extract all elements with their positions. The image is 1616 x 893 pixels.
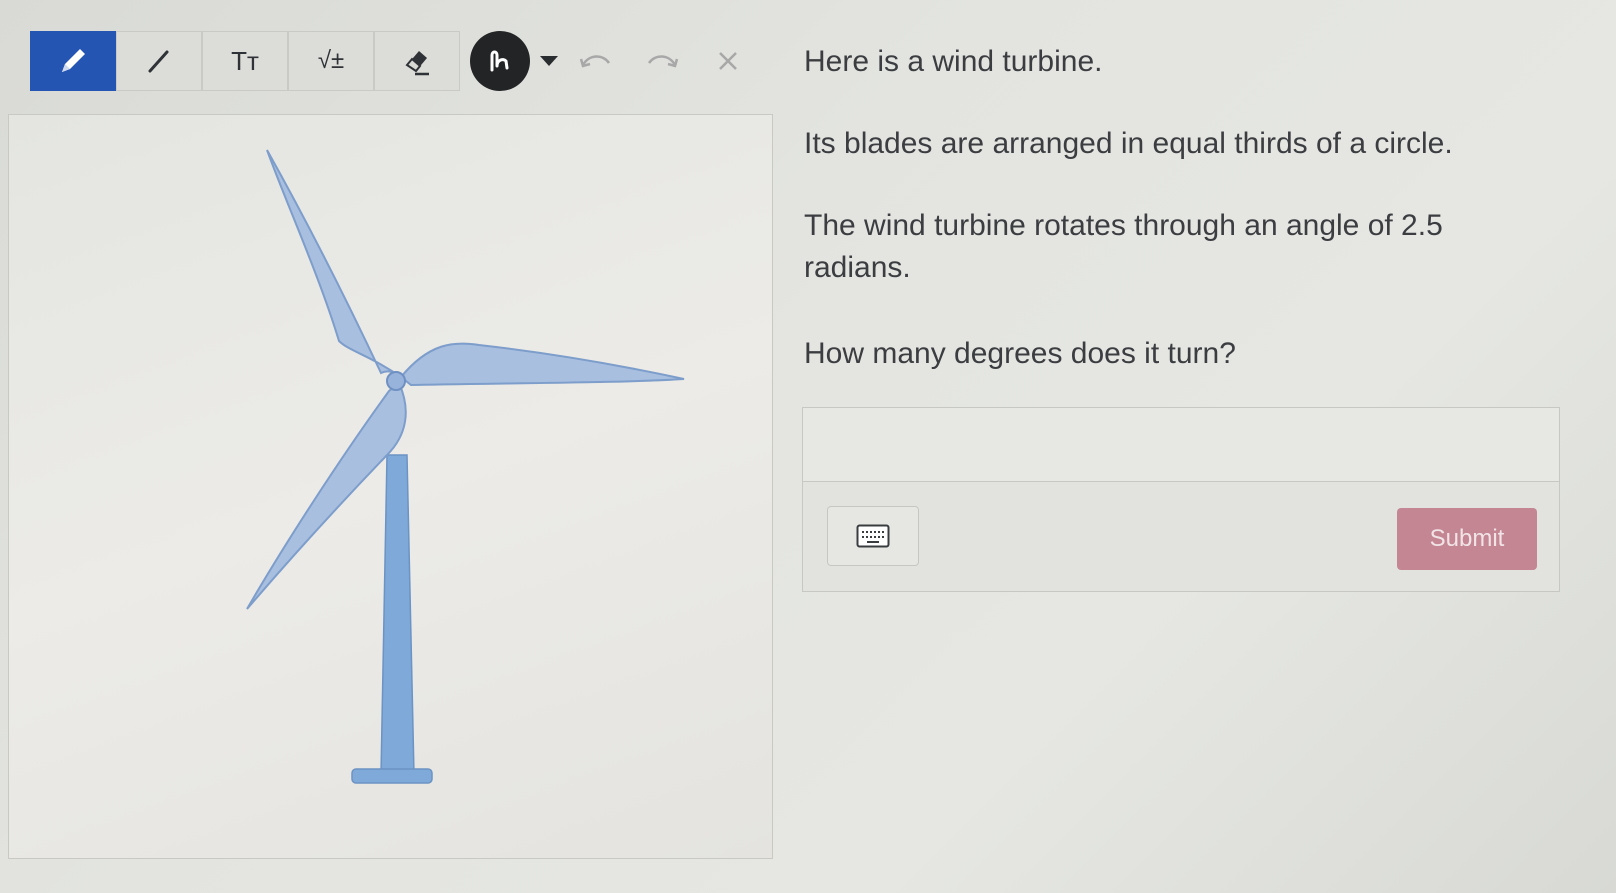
question-line-3: The wind turbine rotates through an angl… (804, 209, 1443, 242)
text-size-tool-button[interactable]: Tт (202, 31, 288, 91)
line-icon (148, 50, 169, 73)
undo-icon (579, 55, 611, 68)
text-size-icon: Tт (231, 45, 259, 76)
question-line-4: How many degrees does it turn? (804, 337, 1236, 370)
question-line-3-continued: radians. (804, 251, 911, 284)
submit-button[interactable]: Submit (1397, 508, 1537, 570)
question-line-2: Its blades are arranged in equal thirds … (804, 127, 1453, 160)
clear-button[interactable] (700, 31, 756, 91)
square-root-icon: √± (317, 47, 345, 74)
chevron-down-icon[interactable] (540, 56, 558, 66)
turbine-hub (386, 371, 406, 391)
eraser-tool-button[interactable] (374, 31, 460, 91)
redo-button[interactable] (634, 31, 690, 91)
close-icon (719, 52, 737, 70)
color-picker-button[interactable] (470, 31, 530, 91)
figure-panel (8, 114, 773, 859)
scribble-icon (490, 50, 509, 72)
drawing-toolbar: Tт √± (30, 30, 756, 92)
question-line-1: Here is a wind turbine. (804, 45, 1103, 78)
pen-tool-button[interactable] (30, 31, 116, 91)
turbine-blade-right (399, 342, 685, 387)
wind-turbine-image (246, 149, 685, 784)
pen-icon (62, 49, 85, 72)
keyboard-icon (856, 524, 890, 548)
line-tool-button[interactable] (116, 31, 202, 91)
math-tool-button[interactable]: √± (288, 31, 374, 91)
turbine-blade-lower (246, 381, 407, 610)
answer-input[interactable] (803, 408, 1559, 482)
redo-icon (647, 55, 679, 68)
keyboard-button[interactable] (827, 506, 919, 566)
turbine-base (351, 768, 433, 784)
answer-area: Submit (802, 407, 1560, 592)
turbine-blade-upper (266, 149, 402, 378)
undo-button[interactable] (568, 31, 624, 91)
eraser-icon (405, 51, 429, 76)
turbine-tower (380, 454, 415, 776)
